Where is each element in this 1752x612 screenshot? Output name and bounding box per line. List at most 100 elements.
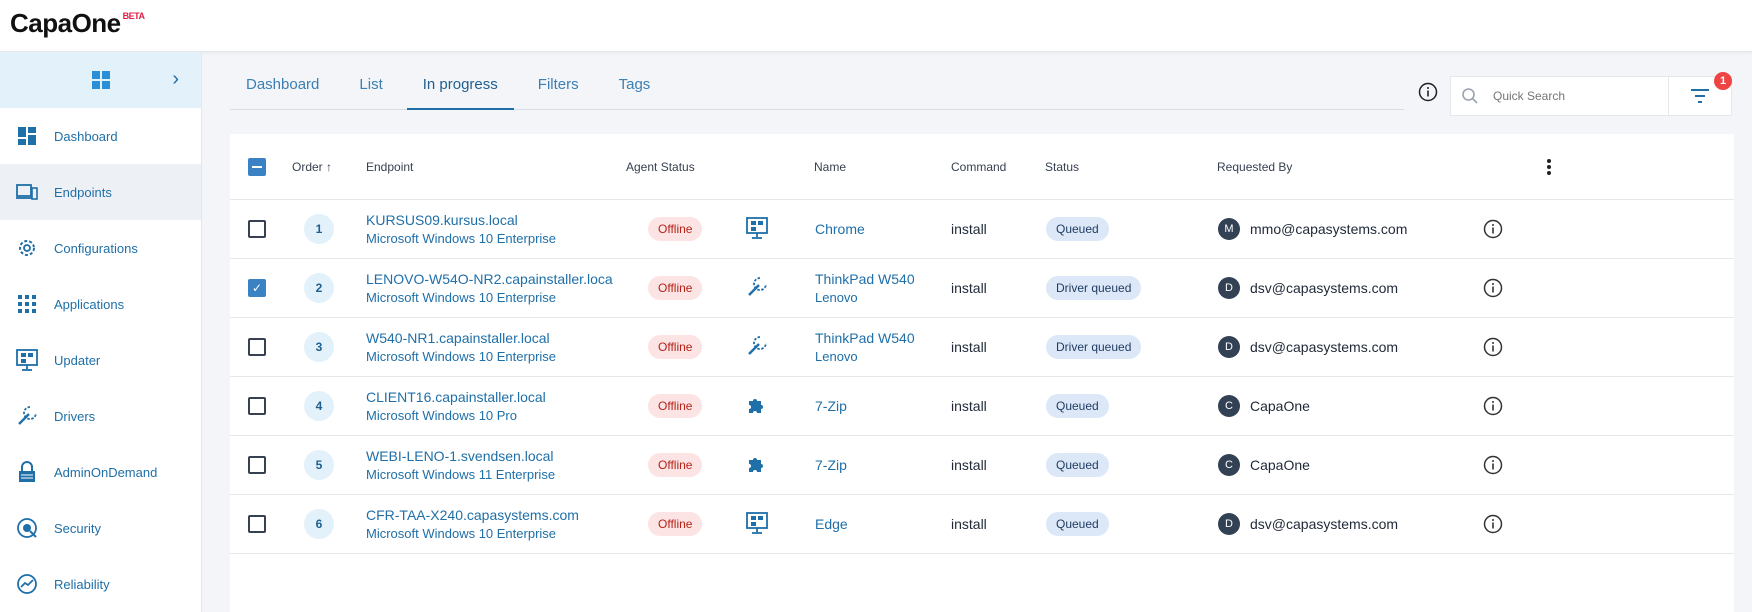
info-icon[interactable]: [1483, 219, 1503, 239]
command-text: install: [951, 457, 987, 473]
col-order[interactable]: Order ↑: [292, 134, 332, 200]
sidebar: › Dashboard Endpoints Configurations Applic…: [0, 52, 202, 612]
row-checkbox[interactable]: [248, 338, 266, 356]
table-row[interactable]: 1 KURSUS09.kursus.local Microsoft Windows …: [230, 200, 1734, 259]
os-selector[interactable]: ›: [0, 52, 201, 108]
package-vendor: Lenovo: [815, 349, 858, 364]
table-row[interactable]: ✓ 2 LENOVO-W54O-NR2.capainstaller.loca Micr…: [230, 259, 1734, 318]
endpoint-os: Microsoft Windows 10 Enterprise: [366, 231, 557, 246]
wrench-icon: [746, 276, 768, 301]
endpoints-icon: [16, 181, 38, 203]
table-row[interactable]: 5 WEBI-LENO-1.svendsen.local Microsoft Win…: [230, 436, 1734, 495]
tab-dashboard[interactable]: Dashboard: [230, 70, 335, 110]
info-icon[interactable]: [1483, 278, 1503, 298]
col-requested-by[interactable]: Requested By: [1217, 134, 1292, 200]
avatar: D: [1218, 277, 1240, 299]
apps-grid-icon: [16, 293, 38, 315]
command-text: install: [951, 221, 987, 237]
package-name-link[interactable]: ThinkPad W540: [815, 330, 915, 346]
sidebar-item-applications[interactable]: Applications: [0, 276, 201, 332]
agent-status-badge: Offline: [648, 512, 703, 536]
endpoint-link[interactable]: CLIENT16.capainstaller.local: [366, 389, 546, 405]
row-checkbox[interactable]: ✓: [248, 279, 266, 297]
package-name-link[interactable]: Chrome: [815, 221, 865, 237]
sidebar-item-dashboard[interactable]: Dashboard: [0, 108, 201, 164]
row-checkbox[interactable]: [248, 220, 266, 238]
requested-by-text: dsv@capasystems.com: [1250, 339, 1399, 355]
col-status[interactable]: Status: [1045, 134, 1079, 200]
order-number: 3: [304, 332, 334, 362]
sidebar-item-endpoints[interactable]: Endpoints: [0, 164, 201, 220]
lock-icon: [16, 461, 38, 483]
row-checkbox[interactable]: [248, 515, 266, 533]
requested-by-text: dsv@capasystems.com: [1250, 516, 1399, 532]
tab-filters[interactable]: Filters: [522, 70, 595, 110]
app-logo[interactable]: CapaOne BETA: [10, 8, 145, 39]
sidebar-item-label: Endpoints: [54, 184, 112, 200]
sidebar-item-updater[interactable]: Updater: [0, 332, 201, 388]
tab-tags[interactable]: Tags: [603, 70, 667, 110]
sidebar-item-label: Dashboard: [54, 128, 118, 144]
package-name-link[interactable]: 7-Zip: [815, 457, 847, 473]
tab-list[interactable]: List: [343, 70, 398, 110]
endpoint-link[interactable]: CFR-TAA-X240.capasystems.com: [366, 507, 579, 523]
endpoint-link[interactable]: WEBI-LENO-1.svendsen.local: [366, 448, 554, 464]
package-name-link[interactable]: 7-Zip: [815, 398, 847, 414]
endpoint-os: Microsoft Windows 10 Enterprise: [366, 349, 557, 364]
avatar: C: [1218, 454, 1240, 476]
row-checkbox[interactable]: [248, 456, 266, 474]
sidebar-item-security[interactable]: Security: [0, 500, 201, 556]
avatar: D: [1218, 336, 1240, 358]
agent-status-badge: Offline: [648, 335, 703, 359]
table-header: Order ↑ Endpoint Agent Status Name Comma…: [230, 134, 1734, 200]
order-number: 2: [304, 273, 334, 303]
windows-icon: [91, 71, 110, 89]
info-icon[interactable]: [1483, 337, 1503, 357]
order-number: 4: [304, 391, 334, 421]
info-icon[interactable]: [1483, 396, 1503, 416]
endpoint-os: Microsoft Windows 10 Enterprise: [366, 526, 557, 541]
order-number: 6: [304, 509, 334, 539]
endpoint-link[interactable]: W540-NR1.capainstaller.local: [366, 330, 550, 346]
package-name-link[interactable]: ThinkPad W540: [815, 271, 915, 287]
chevron-right-icon[interactable]: ›: [172, 68, 179, 91]
table-row[interactable]: 3 W540-NR1.capainstaller.local Microsoft W…: [230, 318, 1734, 377]
sidebar-item-reliability[interactable]: Reliability: [0, 556, 201, 612]
requested-by-text: dsv@capasystems.com: [1250, 280, 1399, 296]
more-options-icon[interactable]: [1546, 134, 1552, 200]
info-icon[interactable]: [1483, 514, 1503, 534]
search-input[interactable]: [1493, 89, 1643, 103]
endpoint-link[interactable]: KURSUS09.kursus.local: [366, 212, 518, 228]
sidebar-item-adminondemand[interactable]: AdminOnDemand: [0, 444, 201, 500]
endpoint-os: Microsoft Windows 10 Pro: [366, 408, 517, 423]
quick-search[interactable]: [1450, 76, 1670, 116]
puzzle-icon: [746, 395, 766, 418]
sidebar-item-label: Security: [54, 520, 101, 536]
package-vendor: Lenovo: [815, 290, 858, 305]
tab-in-progress[interactable]: In progress: [406, 70, 514, 110]
info-icon[interactable]: [1418, 82, 1438, 102]
table-row[interactable]: 4 CLIENT16.capainstaller.local Microsoft W…: [230, 377, 1734, 436]
logo-text: CapaOne: [10, 8, 121, 38]
security-icon: [16, 517, 38, 539]
col-endpoint[interactable]: Endpoint: [366, 134, 413, 200]
command-text: install: [951, 339, 987, 355]
endpoint-os: Microsoft Windows 10 Enterprise: [366, 290, 557, 305]
info-icon[interactable]: [1483, 455, 1503, 475]
col-command[interactable]: Command: [951, 134, 1006, 200]
sidebar-item-configurations[interactable]: Configurations: [0, 220, 201, 276]
sidebar-item-drivers[interactable]: Drivers: [0, 388, 201, 444]
sidebar-item-label: Configurations: [54, 240, 138, 256]
package-name-link[interactable]: Edge: [815, 516, 848, 532]
avatar: D: [1218, 513, 1240, 535]
row-checkbox[interactable]: [248, 397, 266, 415]
select-all-checkbox[interactable]: [248, 158, 266, 176]
status-badge: Queued: [1046, 394, 1109, 418]
table-row[interactable]: 6 CFR-TAA-X240.capasystems.com Microsoft W…: [230, 495, 1734, 554]
col-agent-status[interactable]: Agent Status: [626, 134, 695, 200]
col-name[interactable]: Name: [814, 134, 846, 200]
endpoint-link[interactable]: LENOVO-W54O-NR2.capainstaller.loca: [366, 271, 613, 287]
updater-icon: [746, 511, 768, 537]
main-content: DashboardListIn progressFiltersTags 1 Or…: [202, 52, 1752, 612]
sidebar-item-label: Drivers: [54, 408, 96, 424]
